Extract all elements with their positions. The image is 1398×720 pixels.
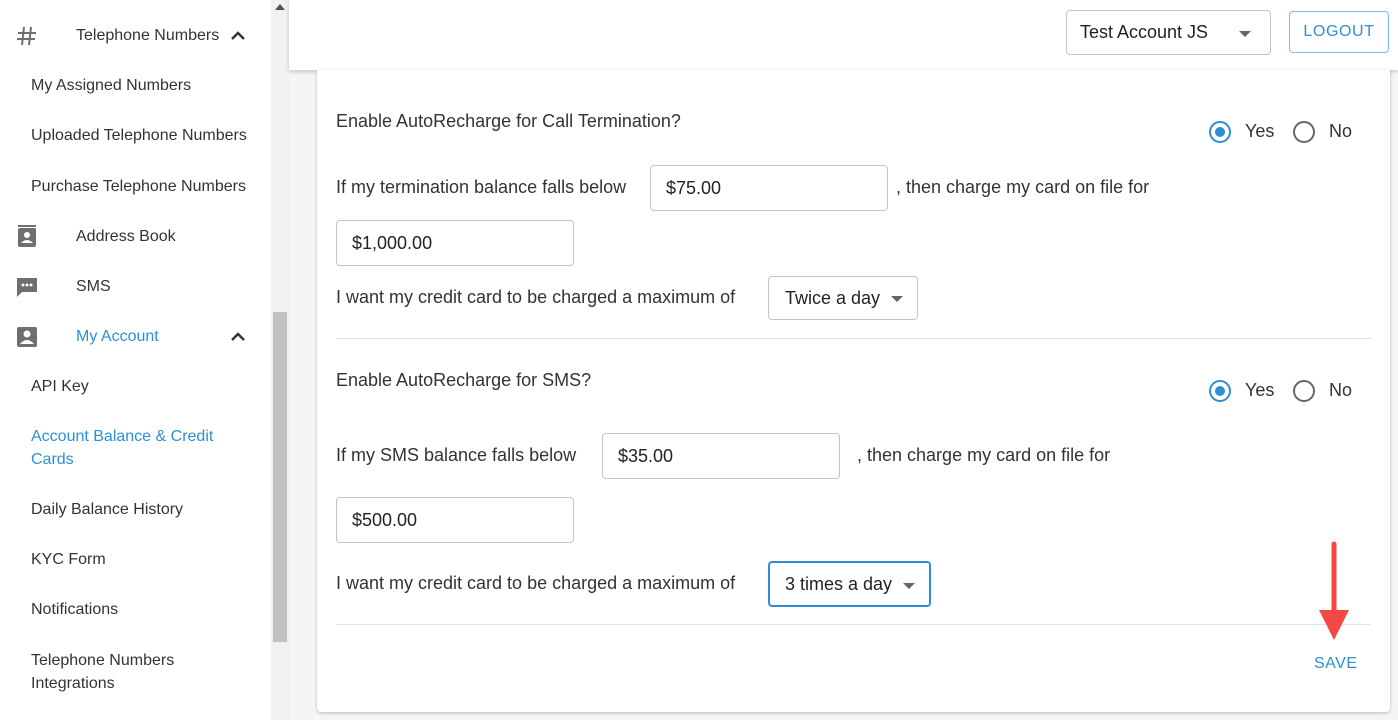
sms-amount-input[interactable]: $500.00 [336, 497, 574, 543]
sidebar-group-my-account[interactable]: My Account [0, 317, 271, 357]
termination-threshold-input[interactable]: $75.00 [650, 165, 888, 211]
sms-below-label: If my SMS balance falls below [336, 445, 577, 465]
account-select-value: Test Account JS [1080, 22, 1209, 42]
sms-yes-radio[interactable] [1209, 380, 1231, 402]
termination-frequency-value: Twice a day [785, 287, 881, 308]
termination-yes-label[interactable]: Yes [1245, 121, 1274, 142]
sidebar-group-label: SMS [76, 278, 111, 295]
sms-charge-label: , then charge my card on file for [857, 445, 1111, 465]
autorecharge-card: Enable AutoRecharge for Call Termination… [317, 70, 1390, 712]
sidebar-group-telephone-numbers[interactable]: Telephone Numbers [0, 16, 271, 56]
sms-max-label: I want my credit card to be charged a ma… [336, 573, 736, 593]
termination-yes-radio[interactable] [1209, 121, 1231, 143]
sidebar-item-uploaded-telephone-numbers[interactable]: Uploaded Telephone Numbers [31, 124, 261, 147]
sms-question: Enable AutoRecharge for SMS? [336, 370, 592, 390]
termination-no-radio[interactable] [1293, 121, 1315, 143]
sms-no-radio[interactable] [1293, 380, 1315, 402]
sidebar-item-my-assigned-numbers[interactable]: My Assigned Numbers [31, 74, 261, 97]
sidebar-group-address-book[interactable]: Address Book [0, 217, 271, 257]
sidebar-item-notifications[interactable]: Notifications [31, 598, 261, 621]
termination-amount-input[interactable]: $1,000.00 [336, 220, 574, 266]
sidebar-item-api-key[interactable]: API Key [31, 375, 261, 398]
termination-charge-label: , then charge my card on file for [896, 177, 1150, 197]
dropdown-arrow-icon [891, 296, 903, 302]
termination-below-label: If my termination balance falls below [336, 177, 627, 197]
dropdown-arrow-icon [1239, 31, 1251, 37]
contact-book-icon [14, 224, 40, 250]
hash-icon [14, 23, 40, 49]
sidebar: Telephone Numbers My Assigned Numbers Up… [0, 0, 271, 720]
sidebar-item-kyc-form[interactable]: KYC Form [31, 548, 261, 571]
top-header: Test Account JS LOGOUT [289, 0, 1398, 70]
save-button[interactable]: SAVE [1314, 655, 1358, 673]
sms-frequency-value: 3 times a day [785, 573, 893, 594]
account-select[interactable]: Test Account JS [1066, 10, 1271, 55]
sidebar-group-label: My Account [76, 328, 159, 345]
sms-yes-label[interactable]: Yes [1245, 380, 1274, 401]
sms-no-label[interactable]: No [1329, 380, 1352, 401]
account-box-icon [14, 324, 40, 350]
logout-button[interactable]: LOGOUT [1289, 11, 1389, 53]
annotation-arrow-icon [1319, 541, 1349, 640]
sidebar-item-purchase-telephone-numbers[interactable]: Purchase Telephone Numbers [31, 175, 261, 198]
sidebar-group-label: Telephone Numbers [76, 27, 220, 44]
chevron-up-icon[interactable] [228, 327, 248, 347]
sms-threshold-input[interactable]: $35.00 [602, 433, 840, 479]
sidebar-item-account-balance[interactable]: Account Balance & Credit Cards [31, 425, 231, 471]
message-icon [14, 274, 40, 300]
section-divider [336, 338, 1371, 339]
sidebar-group-label: Address Book [76, 228, 176, 245]
termination-max-label: I want my credit card to be charged a ma… [336, 287, 736, 307]
sms-frequency-select[interactable]: 3 times a day [768, 561, 931, 607]
section-divider [336, 624, 1371, 625]
scroll-up-arrow-icon[interactable] [275, 4, 285, 10]
sidebar-group-sms[interactable]: SMS [0, 267, 271, 307]
termination-no-label[interactable]: No [1329, 121, 1352, 142]
dropdown-arrow-icon [903, 583, 915, 589]
scrollbar-thumb[interactable] [273, 312, 287, 642]
chevron-up-icon[interactable] [228, 26, 248, 46]
sidebar-item-telephone-numbers-integrations[interactable]: Telephone Numbers Integrations [31, 649, 201, 695]
termination-frequency-select[interactable]: Twice a day [768, 276, 918, 320]
sidebar-item-daily-balance-history[interactable]: Daily Balance History [31, 498, 261, 521]
termination-question: Enable AutoRecharge for Call Termination… [336, 111, 681, 131]
